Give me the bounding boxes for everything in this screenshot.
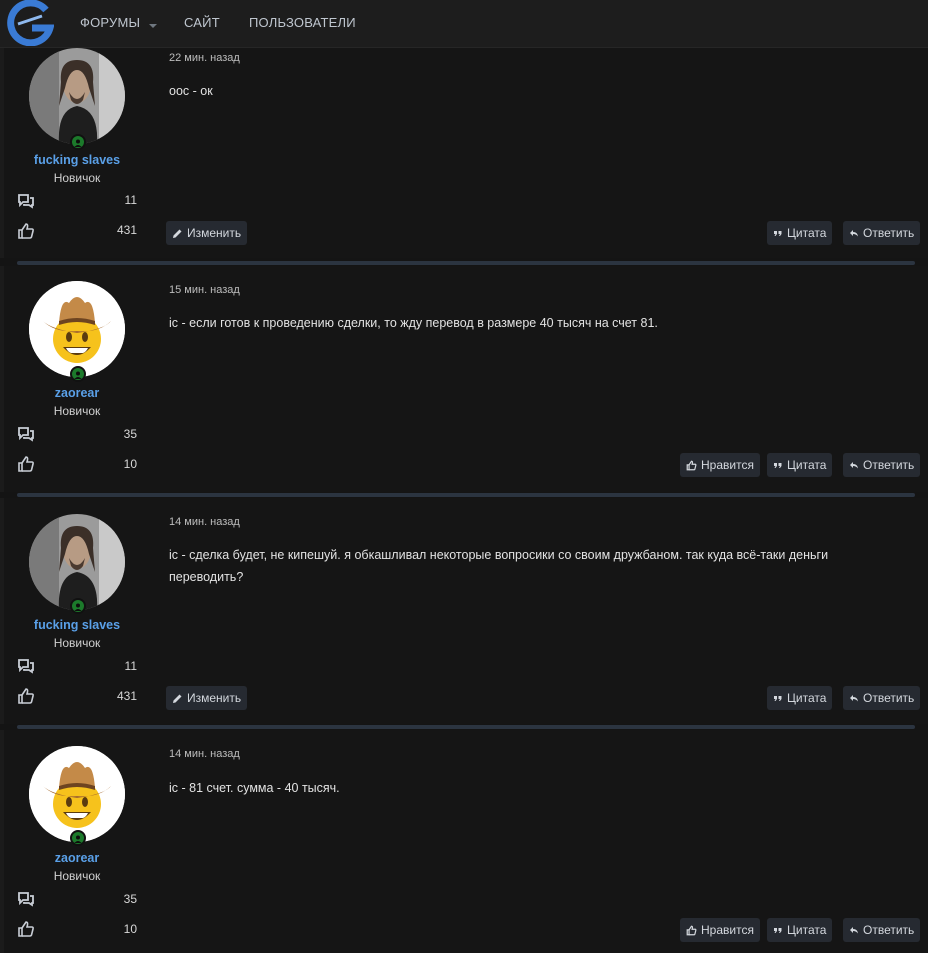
thumbs-up-icon [17, 920, 35, 938]
online-status-icon [70, 598, 86, 614]
quote-icon [774, 463, 782, 468]
username[interactable]: fucking slaves [0, 618, 154, 632]
reply-icon [850, 462, 858, 469]
quote-button[interactable]: Цитата [767, 221, 833, 245]
likes-count: 10 [123, 922, 137, 936]
quote-button[interactable]: Цитата [767, 453, 833, 477]
like-label: Нравится [701, 458, 754, 472]
forum-logo-icon[interactable] [6, 0, 55, 47]
reply-button[interactable]: Ответить [843, 918, 921, 942]
post-body: ic - 81 счет. сумма - 40 тысяч. [169, 781, 340, 795]
user-title: Новичок [53, 171, 101, 185]
message-count: 11 [124, 659, 137, 673]
post-time[interactable]: 15 мин. назад [169, 284, 240, 296]
username[interactable]: zaorear [0, 851, 154, 865]
post-item: fucking slaves Новичок 11 431 14 мин. на… [0, 498, 928, 724]
quote-button[interactable]: Цитата [767, 686, 833, 710]
quote-icon [774, 696, 782, 701]
quote-button[interactable]: Цитата [767, 918, 833, 942]
post-item: zaorear Новичок 35 10 14 мин. назад ic -… [0, 730, 928, 953]
user-title: Новичок [53, 636, 101, 650]
pencil-icon [173, 229, 182, 238]
thumbs-up-icon [17, 687, 35, 705]
user-title: Новичок [53, 869, 101, 883]
message-count: 35 [123, 427, 137, 441]
pencil-icon [173, 694, 182, 703]
edit-button[interactable]: Изменить [166, 221, 248, 245]
online-status-icon [70, 366, 86, 382]
avatar[interactable] [29, 514, 125, 610]
likes-count: 431 [116, 223, 137, 237]
edit-label: Изменить [187, 226, 242, 240]
quote-label: Цитата [787, 923, 827, 937]
avatar[interactable] [29, 281, 125, 377]
messages-icon [17, 425, 35, 443]
reply-label: Ответить [863, 226, 915, 240]
nav-forums[interactable]: ФОРУМЫ [80, 0, 140, 46]
quote-label: Цитата [787, 691, 827, 705]
edit-label: Изменить [187, 691, 242, 705]
nav-users[interactable]: ПОЛЬЗОВАТЕЛИ [249, 0, 356, 46]
post-item: zaorear Новичок 35 10 15 мин. назад ic -… [0, 266, 928, 492]
online-status-icon [70, 134, 86, 150]
nav-site[interactable]: САЙТ [184, 0, 220, 46]
messages-icon [17, 890, 35, 908]
reply-icon [850, 695, 858, 702]
messages-icon [17, 657, 35, 675]
thumbs-up-icon [17, 455, 35, 473]
likes-count: 10 [123, 457, 137, 471]
messages-icon [17, 192, 35, 210]
post-body: оос - ок [169, 84, 213, 98]
post-divider [17, 493, 915, 497]
like-label: Нравится [701, 923, 754, 937]
post-time[interactable]: 14 мин. назад [169, 516, 240, 528]
thumbs-up-icon [686, 460, 697, 470]
thumbs-up-icon [686, 925, 697, 935]
reply-label: Ответить [863, 691, 915, 705]
reply-icon [850, 230, 858, 237]
message-count: 35 [123, 892, 137, 906]
message-count: 11 [124, 193, 137, 207]
post-divider [17, 261, 915, 265]
quote-icon [774, 928, 782, 933]
quote-icon [774, 231, 782, 236]
like-button[interactable]: Нравится [680, 918, 760, 942]
username[interactable]: zaorear [0, 386, 154, 400]
like-button[interactable]: Нравится [680, 453, 760, 477]
quote-label: Цитата [787, 458, 827, 472]
post-time[interactable]: 14 мин. назад [169, 748, 240, 760]
post-body: ic - сделка будет, не кипешуй. я обкашли… [169, 548, 829, 584]
chevron-down-icon[interactable] [148, 18, 158, 36]
username[interactable]: fucking slaves [0, 153, 154, 167]
reply-button[interactable]: Ответить [843, 221, 921, 245]
quote-label: Цитата [787, 226, 827, 240]
reply-button[interactable]: Ответить [843, 686, 921, 710]
user-title: Новичок [53, 404, 101, 418]
avatar[interactable] [29, 48, 125, 144]
post-divider [17, 725, 915, 729]
online-status-icon [70, 830, 86, 846]
likes-count: 431 [116, 689, 137, 703]
reply-label: Ответить [863, 923, 915, 937]
post-item: fucking slaves Новичок 11 431 22 мин. на… [0, 32, 928, 258]
reply-icon [850, 927, 858, 934]
reply-label: Ответить [863, 458, 915, 472]
reply-button[interactable]: Ответить [843, 453, 921, 477]
post-body: ic - если готов к проведению сделки, то … [169, 316, 658, 330]
edit-button[interactable]: Изменить [166, 686, 248, 710]
post-time[interactable]: 22 мин. назад [169, 52, 240, 64]
avatar[interactable] [29, 746, 125, 842]
thumbs-up-icon [17, 222, 35, 240]
top-navigation: ФОРУМЫ САЙТ ПОЛЬЗОВАТЕЛИ [0, 0, 928, 48]
